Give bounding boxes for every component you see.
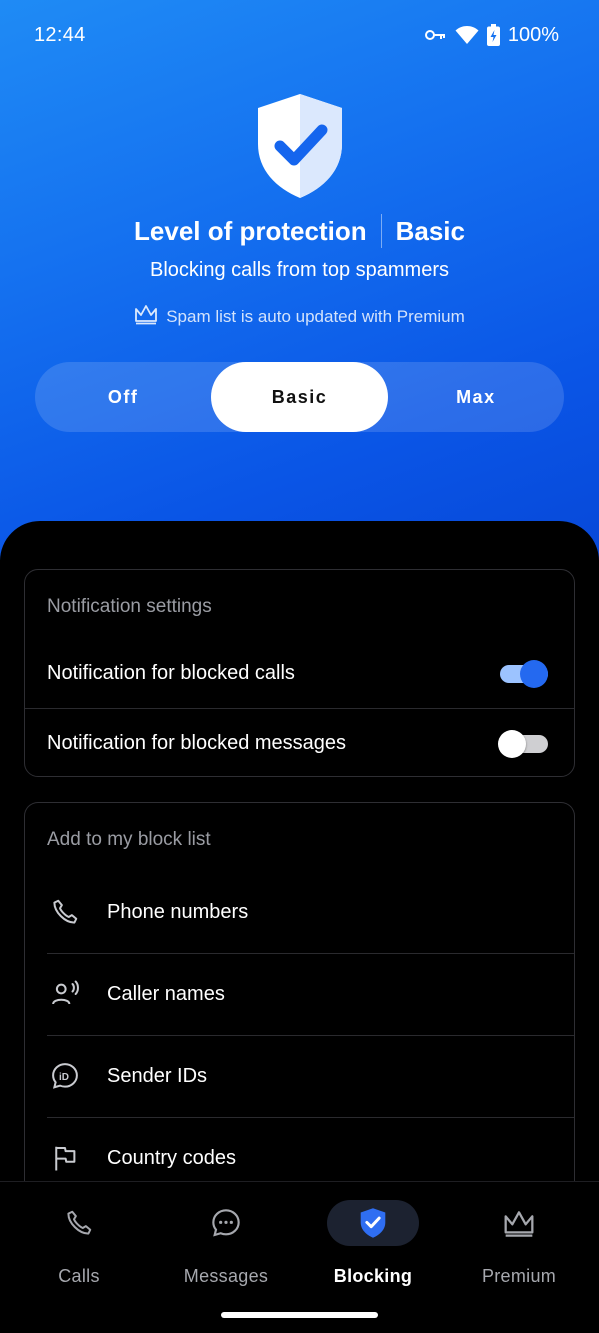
nav-messages[interactable]: Messages: [156, 1200, 296, 1300]
nav-premium-label: Premium: [481, 1266, 557, 1286]
nav-blocking[interactable]: Blocking: [303, 1200, 443, 1300]
blocked-messages-switch[interactable]: [498, 730, 548, 758]
nav-premium[interactable]: Premium: [449, 1200, 589, 1300]
list-item-caller-names[interactable]: Caller names: [47, 953, 574, 1035]
notification-settings-header: Notification settings: [47, 596, 212, 617]
protection-level-text: Basic: [395, 215, 465, 246]
status-time: 12:44: [34, 23, 86, 46]
sender-ids-label: Sender IDs: [107, 1064, 208, 1087]
chat-bubble-icon: [180, 1200, 272, 1246]
premium-note-text: Spam list is auto updated with Premium: [166, 306, 465, 326]
crown-icon: [134, 303, 158, 330]
protection-title: Level of protection Basic: [0, 214, 599, 248]
segment-max[interactable]: Max: [388, 362, 564, 432]
shield-check-icon: [327, 1200, 419, 1246]
wifi-icon: [455, 25, 479, 45]
nav-calls-label: Calls: [58, 1266, 100, 1286]
segment-off[interactable]: Off: [35, 362, 211, 432]
list-item-phone-numbers[interactable]: Phone numbers: [47, 871, 574, 953]
phone-icon: [47, 894, 83, 930]
title-divider: [380, 214, 382, 248]
shield-check-icon: [254, 92, 346, 200]
svg-text:iD: iD: [59, 1072, 69, 1083]
block-list-header: Add to my block list: [47, 829, 211, 850]
status-bar: 12:44 100%: [0, 0, 599, 70]
phone-icon: [33, 1200, 125, 1246]
blocked-calls-switch[interactable]: [500, 660, 548, 688]
caller-names-label: Caller names: [107, 982, 225, 1005]
premium-note[interactable]: Spam list is auto updated with Premium: [0, 303, 599, 330]
crown-icon: [473, 1200, 565, 1246]
home-indicator[interactable]: [221, 1312, 378, 1318]
phone-numbers-label: Phone numbers: [107, 900, 249, 923]
nav-messages-label: Messages: [183, 1266, 269, 1286]
notification-settings-card: Notification settings Notification for b…: [24, 569, 575, 777]
status-icons: 100%: [424, 23, 559, 47]
list-item-sender-ids[interactable]: iD Sender IDs: [47, 1035, 574, 1117]
blocked-messages-label: Notification for blocked messages: [47, 731, 347, 754]
protection-level-selector: Off Basic Max: [35, 362, 564, 432]
toggle-row-blocked-messages[interactable]: Notification for blocked messages: [25, 708, 574, 778]
sender-id-icon: iD: [47, 1058, 83, 1094]
country-codes-label: Country codes: [107, 1146, 236, 1169]
battery-percent: 100%: [507, 23, 559, 46]
nav-blocking-label: Blocking: [333, 1266, 413, 1286]
battery-charging-icon: [486, 24, 500, 46]
protection-hero: 12:44 100% Level of protection Basic Blo…: [0, 0, 599, 560]
vpn-key-icon: [424, 28, 447, 42]
block-list-card: Add to my block list Phone numbers Calle…: [24, 802, 575, 1222]
bottom-navigation: Calls Messages Blocking Premium: [0, 1181, 599, 1333]
nav-calls[interactable]: Calls: [9, 1200, 149, 1300]
caller-name-icon: [47, 976, 83, 1012]
flag-icon: [47, 1140, 83, 1176]
protection-title-text: Level of protection: [134, 215, 367, 246]
protection-subtitle: Blocking calls from top spammers: [150, 259, 449, 281]
segment-basic[interactable]: Basic: [211, 362, 388, 432]
blocked-calls-label: Notification for blocked calls: [47, 661, 295, 684]
toggle-row-blocked-calls[interactable]: Notification for blocked calls: [25, 638, 574, 708]
